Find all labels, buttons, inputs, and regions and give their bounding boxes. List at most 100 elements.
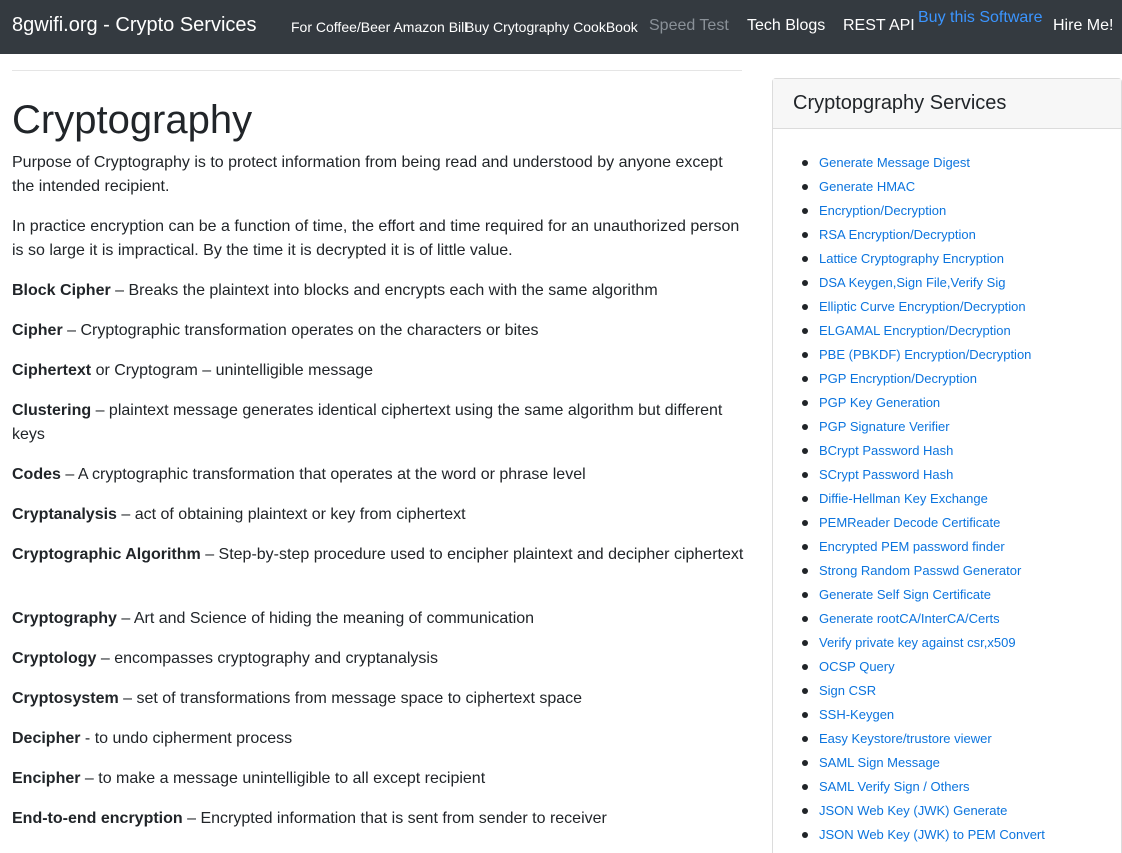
service-link[interactable]: Generate Message Digest <box>819 155 970 170</box>
service-link[interactable]: JSON Web Key (JWK) Generate <box>819 803 1007 818</box>
glossary-definition: – act of obtaining plaintext or key from… <box>116 506 466 523</box>
glossary-definition: – Step-by-step procedure used to enciphe… <box>200 546 744 563</box>
intro-paragraph: Purpose of Cryptography is to protect in… <box>12 154 723 195</box>
service-link[interactable]: Generate rootCA/InterCA/Certs <box>819 611 1000 626</box>
glossary-definition: – plaintext message generates identical … <box>12 402 723 443</box>
glossary-entry: Ciphertext or Cryptogram – unintelligibl… <box>12 359 747 383</box>
service-link[interactable]: RSA Encryption/Decryption <box>819 227 976 242</box>
service-link[interactable]: Generate HMAC <box>819 179 915 194</box>
service-link[interactable]: SAML Verify Sign / Others <box>819 779 970 794</box>
service-link[interactable]: Generate Self Sign Certificate <box>819 587 991 602</box>
service-link[interactable]: BCrypt Password Hash <box>819 443 953 458</box>
service-link[interactable]: Elliptic Curve Encryption/Decryption <box>819 299 1026 314</box>
glossary-term: Cryptography <box>12 610 117 627</box>
service-link[interactable]: Encryption/Decryption <box>819 203 946 218</box>
glossary-term: Cryptographic Algorithm <box>12 546 201 563</box>
main-content: Cryptography Purpose of Cryptography is … <box>12 70 743 827</box>
glossary-definition: – encompasses cryptography and cryptanal… <box>96 650 438 667</box>
service-link[interactable]: SAML Sign Message <box>819 755 940 770</box>
nav-speed-test-link[interactable]: Speed Test <box>649 17 729 35</box>
glossary-entry: Cryptology – encompasses cryptography an… <box>12 647 747 671</box>
service-link[interactable]: Diffie-Hellman Key Exchange <box>819 491 988 506</box>
services-list-item: JSON Web Key (JWK) Generate <box>799 799 1045 823</box>
brand-link[interactable]: 8gwifi.org - Crypto Services <box>12 14 257 37</box>
service-link[interactable]: Easy Keystore/trustore viewer <box>819 731 992 746</box>
services-list-item: PGP Signature Verifier <box>799 415 1045 439</box>
nav-hire-me-link[interactable]: Hire Me! <box>1053 17 1113 35</box>
service-link[interactable]: Encrypted PEM password finder <box>819 539 1005 554</box>
nav-tech-blogs-link[interactable]: Tech Blogs <box>747 17 825 35</box>
glossary-entry: Cryptography – Art and Science of hiding… <box>12 607 747 631</box>
glossary-definition: – A cryptographic transformation that op… <box>60 466 586 483</box>
services-list-item: SAML Sign Message <box>799 751 1045 775</box>
nav-rest-api-link[interactable]: REST API <box>843 17 915 35</box>
service-link[interactable]: PBE (PBKDF) Encryption/Decryption <box>819 347 1031 362</box>
glossary-definition: – Breaks the plaintext into blocks and e… <box>110 282 658 299</box>
page-title: Cryptography <box>12 98 253 142</box>
services-list-item: Encryption/Decryption <box>799 199 1045 223</box>
glossary-term: Cryptosystem <box>12 690 119 707</box>
glossary-term: Cryptanalysis <box>12 506 117 523</box>
glossary-term: Cryptology <box>12 650 97 667</box>
glossary-entry: Cipher – Cryptographic transformation op… <box>12 319 747 343</box>
service-link[interactable]: SCrypt Password Hash <box>819 467 953 482</box>
service-link[interactable]: PGP Signature Verifier <box>819 419 950 434</box>
intro-paragraph: In practice encryption can be a function… <box>12 218 740 259</box>
glossary-definition: or Cryptogram – unintelligible message <box>91 362 374 379</box>
services-list-item: Diffie-Hellman Key Exchange <box>799 487 1045 511</box>
services-list-item: Generate Message Digest <box>799 151 1045 175</box>
glossary-term: End-to-end encryption <box>12 810 183 827</box>
services-list-item: Verify private key against csr,x509 <box>799 631 1045 655</box>
glossary-definition: – set of transformations from message sp… <box>118 690 583 707</box>
top-divider <box>12 70 742 71</box>
top-navbar: 8gwifi.org - Crypto Services For Coffee/… <box>0 0 1122 54</box>
glossary-definition: – Encrypted information that is sent fro… <box>182 810 607 827</box>
glossary-entry: Encipher – to make a message unintelligi… <box>12 767 747 791</box>
glossary-definition: – to make a message unintelligible to al… <box>80 770 486 787</box>
services-list-item: PGP Key Generation <box>799 391 1045 415</box>
glossary-term: Ciphertext <box>12 362 92 379</box>
service-link[interactable]: OCSP Query <box>819 659 895 674</box>
services-list-item: RSA Encryption/Decryption <box>799 223 1045 247</box>
services-list: Generate Message Digest Generate HMAC Encr… <box>799 151 1045 847</box>
service-link[interactable]: Lattice Cryptography Encryption <box>819 251 1004 266</box>
services-list-item: SCrypt Password Hash <box>799 463 1045 487</box>
service-link[interactable]: Sign CSR <box>819 683 876 698</box>
glossary-term: Encipher <box>12 770 81 787</box>
services-list-item: Generate Self Sign Certificate <box>799 583 1045 607</box>
services-list-item: OCSP Query <box>799 655 1045 679</box>
services-list-item: SAML Verify Sign / Others <box>799 775 1045 799</box>
services-list-item: DSA Keygen,Sign File,Verify Sig <box>799 271 1045 295</box>
glossary-entry: End-to-end encryption – Encrypted inform… <box>12 807 747 831</box>
services-list-item: BCrypt Password Hash <box>799 439 1045 463</box>
services-list-item: SSH-Keygen <box>799 703 1045 727</box>
service-link[interactable]: JSON Web Key (JWK) to PEM Convert <box>819 827 1045 842</box>
services-list-item: ELGAMAL Encryption/Decryption <box>799 319 1045 343</box>
services-card-title: Cryptopgraphy Services <box>773 79 1121 129</box>
services-list-item: Generate HMAC <box>799 175 1045 199</box>
services-card: Cryptopgraphy Services Generate Message … <box>772 78 1122 853</box>
nav-cookbook-link[interactable]: Buy Crytography CookBook <box>465 19 638 35</box>
service-link[interactable]: ELGAMAL Encryption/Decryption <box>819 323 1011 338</box>
service-link[interactable]: SSH-Keygen <box>819 707 894 722</box>
service-link[interactable]: PEMReader Decode Certificate <box>819 515 1000 530</box>
service-link[interactable]: Strong Random Passwd Generator <box>819 563 1021 578</box>
services-list-item: Easy Keystore/trustore viewer <box>799 727 1045 751</box>
service-link[interactable]: Verify private key against csr,x509 <box>819 635 1016 650</box>
services-list-item: Lattice Cryptography Encryption <box>799 247 1045 271</box>
glossary-entry: Cryptanalysis – act of obtaining plainte… <box>12 503 747 527</box>
service-link[interactable]: PGP Key Generation <box>819 395 940 410</box>
services-list-item: Elliptic Curve Encryption/Decryption <box>799 295 1045 319</box>
glossary-term: Codes <box>12 466 61 483</box>
glossary-entry: Cryptosystem – set of transformations fr… <box>12 687 747 711</box>
nav-buy-software-link[interactable]: Buy this Software <box>918 9 1043 27</box>
glossary-term: Block Cipher <box>12 282 111 299</box>
glossary-definition: – Art and Science of hiding the meaning … <box>116 610 535 627</box>
services-list-item: Encrypted PEM password finder <box>799 535 1045 559</box>
services-list-item: PGP Encryption/Decryption <box>799 367 1045 391</box>
service-link[interactable]: DSA Keygen,Sign File,Verify Sig <box>819 275 1005 290</box>
glossary-term: Clustering <box>12 402 92 419</box>
service-link[interactable]: PGP Encryption/Decryption <box>819 371 977 386</box>
nav-coffee-link[interactable]: For Coffee/Beer Amazon Bill <box>291 19 467 35</box>
glossary-entry: Cryptographic Algorithm – Step-by-step p… <box>12 543 747 567</box>
